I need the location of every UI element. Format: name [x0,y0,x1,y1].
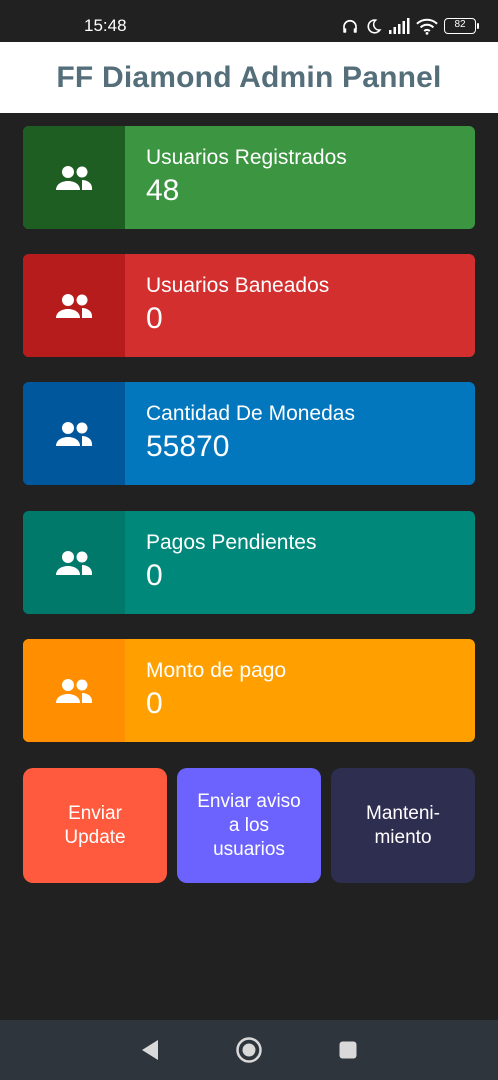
stat-icon-box [23,511,125,614]
headphones-icon [343,19,357,33]
stat-label: Cantidad De Monedas [146,402,355,425]
battery-level: 82 [454,19,466,30]
maintenance-button[interactable]: Manteni-miento [331,768,475,883]
stat-label: Monto de pago [146,659,287,682]
home-circle-icon [236,1037,262,1063]
app-header: FF Diamond Admin Pannel [0,42,498,113]
users-icon [56,165,92,190]
users-icon [56,293,92,318]
stat-value: 0 [146,687,163,720]
users-icon [56,678,92,703]
stat-value: 0 [146,559,163,592]
stat-value: 0 [146,302,163,335]
send-update-label: Enviar Update [64,802,126,848]
status-icons: 82 [341,16,479,36]
nav-recents-button[interactable] [328,1030,368,1070]
system-nav-bar [0,1020,498,1080]
status-time: 15:48 [84,16,127,35]
stat-body: Usuarios Registrados 48 [125,126,475,229]
stat-card-registered-users[interactable]: Usuarios Registrados 48 [23,126,475,229]
stat-label: Usuarios Registrados [146,146,347,169]
send-notice-label: Enviar aviso a los usuarios [197,790,301,860]
signal-icon [389,18,410,34]
stat-body: Usuarios Baneados 0 [125,254,475,357]
stat-body: Pagos Pendientes 0 [125,511,475,614]
status-bar: 15:48 82 [0,0,498,42]
stat-icon-box [23,254,125,357]
stat-label: Usuarios Baneados [146,274,330,297]
recents-square-icon [339,1041,357,1059]
moon-icon [367,18,382,34]
wifi-icon [416,18,438,35]
stat-icon-box [23,126,125,229]
stat-value: 55870 [146,430,230,463]
stat-icon-box [23,639,125,742]
maintenance-label: Manteni-miento [366,802,440,848]
back-triangle-icon [141,1040,158,1060]
action-buttons: Enviar Update Enviar aviso a los usuario… [23,768,475,883]
stat-value: 48 [146,174,180,207]
nav-back-button[interactable] [130,1030,170,1070]
users-icon [56,550,92,575]
stat-body: Monto de pago 0 [125,639,475,742]
send-notice-button[interactable]: Enviar aviso a los usuarios [177,768,321,883]
users-icon [56,421,92,446]
stat-card-payment-amount[interactable]: Monto de pago 0 [23,639,475,742]
stat-card-banned-users[interactable]: Usuarios Baneados 0 [23,254,475,357]
battery-icon: 82 [444,18,479,34]
stat-card-pending-payments[interactable]: Pagos Pendientes 0 [23,511,475,614]
stat-label: Pagos Pendientes [146,531,317,554]
stat-body: Cantidad De Monedas 55870 [125,382,475,485]
nav-home-button[interactable] [229,1030,269,1070]
stat-card-coins[interactable]: Cantidad De Monedas 55870 [23,382,475,485]
stat-icon-box [23,382,125,485]
send-update-button[interactable]: Enviar Update [23,768,167,883]
page-title: FF Diamond Admin Pannel [56,60,442,94]
